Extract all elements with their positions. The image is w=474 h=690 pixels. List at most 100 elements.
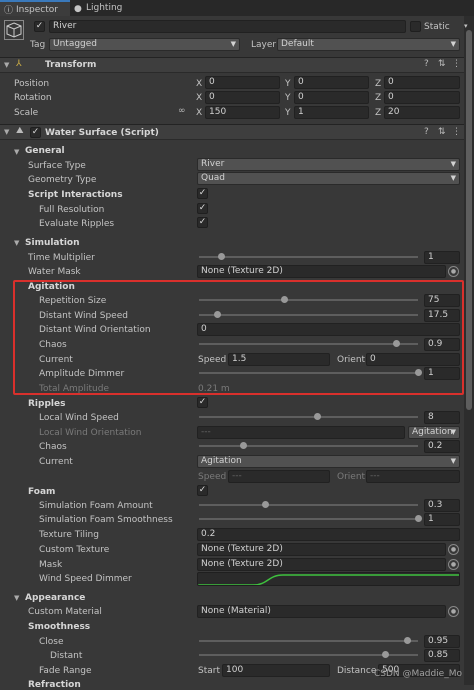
full-resolution-checkbox[interactable]: ✓ — [197, 203, 208, 214]
object-name-field[interactable]: River — [49, 20, 406, 33]
help-icon[interactable]: ? — [424, 59, 429, 69]
object-picker-icon[interactable]: ● — [448, 544, 459, 555]
slider-knob[interactable] — [213, 311, 221, 318]
script-interactions-checkbox[interactable]: ✓ — [197, 188, 208, 199]
amplitude-dimmer-slider[interactable] — [199, 372, 418, 374]
fade-start-field[interactable]: 100 — [222, 664, 330, 677]
axis-z-label[interactable]: Z — [375, 79, 381, 89]
local-wind-orientation-field[interactable]: --- — [197, 426, 405, 439]
slider-knob[interactable] — [415, 369, 422, 376]
axis-y-label[interactable]: Y — [285, 93, 291, 103]
object-picker-icon[interactable]: ● — [448, 266, 459, 277]
custom-material-field[interactable]: None (Material) — [197, 605, 446, 618]
current-orient-field[interactable]: 0 — [366, 353, 460, 366]
chaos-field[interactable]: 0.9 — [424, 338, 460, 351]
water-surface-enabled-checkbox[interactable]: ✓ — [30, 127, 41, 138]
object-picker-icon[interactable]: ● — [448, 606, 459, 617]
start-label[interactable]: Start — [198, 666, 220, 676]
preset-icon[interactable]: ⇅ — [438, 127, 446, 137]
axis-x-label[interactable]: X — [196, 93, 202, 103]
distant-wind-orientation-field[interactable]: 0 — [197, 323, 460, 336]
object-picker-icon[interactable]: ● — [448, 559, 459, 570]
axis-y-label[interactable]: Y — [285, 79, 291, 89]
foldout-arrow-icon[interactable]: ▼ — [14, 148, 19, 156]
distance-label[interactable]: Distance — [337, 666, 376, 676]
scrollbar-thumb[interactable] — [466, 30, 472, 410]
ripples-chaos-slider[interactable] — [199, 445, 418, 447]
current-speed-field[interactable]: 1.5 — [228, 353, 330, 366]
tab-inspector[interactable]: ⓘ Inspector — [0, 0, 70, 16]
distant-wind-speed-slider[interactable] — [199, 314, 418, 316]
slider-knob[interactable] — [382, 651, 390, 658]
axis-x-label[interactable]: X — [196, 79, 202, 89]
slider-knob[interactable] — [314, 413, 322, 420]
local-wind-speed-field[interactable]: 8 — [424, 411, 460, 424]
amplitude-dimmer-field[interactable]: 1 — [424, 367, 460, 380]
rotation-y-field[interactable]: 0 — [294, 91, 369, 104]
texture-tiling-field[interactable]: 0.2 — [197, 528, 460, 541]
help-icon[interactable]: ? — [424, 127, 429, 137]
static-checkbox[interactable] — [410, 21, 421, 32]
water-mask-field[interactable]: None (Texture 2D) — [197, 265, 446, 278]
foldout-arrow-icon[interactable]: ▼ — [14, 239, 19, 247]
sim-foam-amount-field[interactable]: 0.3 — [424, 499, 460, 512]
ripples-orient-field[interactable]: --- — [366, 470, 460, 483]
ripples-speed-field[interactable]: --- — [228, 470, 330, 483]
slider-knob[interactable] — [404, 637, 412, 644]
tab-lighting[interactable]: ● Lighting — [70, 0, 140, 16]
axis-z-label[interactable]: Z — [375, 93, 381, 103]
mask-field[interactable]: None (Texture 2D) — [197, 558, 446, 571]
wind-speed-dimmer-curve[interactable] — [197, 572, 460, 586]
surface-type-dropdown[interactable]: River ▼ — [197, 158, 460, 171]
repetition-size-field[interactable]: 75 — [424, 294, 460, 307]
repetition-size-slider[interactable] — [199, 299, 418, 301]
foldout-arrow-icon[interactable]: ▼ — [4, 128, 9, 136]
foldout-arrow-icon[interactable]: ▼ — [14, 594, 19, 602]
more-icon[interactable]: ⋮ — [452, 127, 461, 137]
time-multiplier-slider[interactable] — [199, 256, 418, 258]
local-wind-orientation-mode-dropdown[interactable]: Agitation ▼ — [408, 426, 460, 439]
axis-z-label[interactable]: Z — [375, 108, 381, 118]
slider-knob[interactable] — [217, 253, 225, 260]
slider-knob[interactable] — [239, 442, 247, 449]
scale-z-field[interactable]: 20 — [384, 106, 460, 119]
position-y-field[interactable]: 0 — [294, 76, 369, 89]
scale-y-field[interactable]: 1 — [294, 106, 369, 119]
time-multiplier-field[interactable]: 1 — [424, 251, 460, 264]
foam-checkbox[interactable]: ✓ — [197, 485, 208, 496]
sim-foam-smoothness-field[interactable]: 1 — [424, 513, 460, 526]
ripples-chaos-field[interactable]: 0.2 — [424, 440, 460, 453]
ripples-checkbox[interactable]: ✓ — [197, 397, 208, 408]
distant-wind-speed-field[interactable]: 17.5 — [424, 309, 460, 322]
more-icon[interactable]: ⋮ — [452, 59, 461, 69]
scale-x-field[interactable]: 150 — [205, 106, 280, 119]
distant-field[interactable]: 0.85 — [424, 649, 460, 662]
link-icon[interactable]: ∞ — [178, 106, 186, 116]
position-z-field[interactable]: 0 — [384, 76, 460, 89]
rotation-x-field[interactable]: 0 — [205, 91, 280, 104]
sim-foam-smoothness-slider[interactable] — [199, 518, 418, 520]
foldout-arrow-icon[interactable]: ▼ — [4, 61, 9, 69]
chaos-slider[interactable] — [199, 343, 418, 345]
axis-x-label[interactable]: X — [196, 108, 202, 118]
slider-knob[interactable] — [261, 501, 269, 508]
position-x-field[interactable]: 0 — [205, 76, 280, 89]
preset-icon[interactable]: ⇅ — [438, 59, 446, 69]
layer-dropdown[interactable]: Default ▼ — [277, 38, 460, 51]
tag-dropdown[interactable]: Untagged ▼ — [49, 38, 240, 51]
rotation-z-field[interactable]: 0 — [384, 91, 460, 104]
ripples-current-dropdown[interactable]: Agitation ▼ — [197, 455, 460, 468]
close-slider[interactable] — [199, 640, 418, 642]
close-field[interactable]: 0.95 — [424, 635, 460, 648]
local-wind-speed-slider[interactable] — [199, 416, 418, 418]
static-dropdown-arrow[interactable]: ▾ — [464, 22, 468, 30]
sim-foam-amount-slider[interactable] — [199, 504, 418, 506]
active-checkbox[interactable]: ✓ — [34, 21, 45, 32]
speed-label[interactable]: Speed — [198, 355, 226, 365]
geometry-type-dropdown[interactable]: Quad ▼ — [197, 172, 460, 185]
orient-label[interactable]: Orient — [337, 355, 365, 365]
slider-knob[interactable] — [415, 515, 422, 522]
evaluate-ripples-checkbox[interactable]: ✓ — [197, 217, 208, 228]
axis-y-label[interactable]: Y — [285, 108, 291, 118]
custom-texture-field[interactable]: None (Texture 2D) — [197, 543, 446, 556]
